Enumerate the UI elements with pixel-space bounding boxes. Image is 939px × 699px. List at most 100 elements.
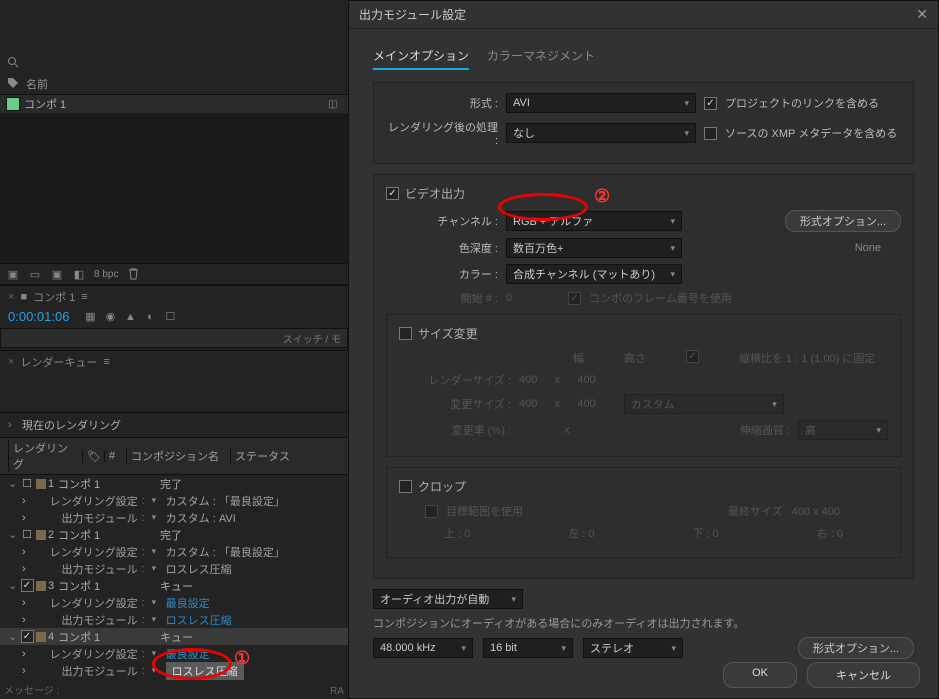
- cancel-button[interactable]: キャンセル: [807, 662, 920, 688]
- close-icon[interactable]: ✕: [916, 6, 928, 23]
- queue-item[interactable]: ⌄ ☐ 2 コンポ 1 完了: [0, 526, 348, 543]
- include-link-label: プロジェクトのリンクを含める: [725, 95, 879, 111]
- chevron-down-icon: ▾: [670, 216, 675, 227]
- output-module-value[interactable]: カスタム : AVI: [166, 510, 236, 526]
- chevron-right-icon[interactable]: ›: [22, 563, 26, 575]
- project-toolbar: ▣ ▭ ▣ ◧ 8 bpc: [0, 263, 348, 285]
- timeline-tab-label[interactable]: コンポ 1: [33, 289, 75, 305]
- crop-checkbox[interactable]: [399, 480, 412, 493]
- col-num[interactable]: #: [104, 450, 122, 462]
- queue-item[interactable]: ⌄ ☐ 1 コンポ 1 完了: [0, 475, 348, 492]
- render-settings-value[interactable]: 最良設定: [166, 595, 210, 611]
- dialog-title: 出力モジュール設定: [359, 6, 466, 23]
- dropdown-icon[interactable]: ▾: [152, 614, 162, 625]
- audio-format-options-button[interactable]: 形式オプション...: [798, 637, 914, 659]
- col-render[interactable]: レンダリング: [8, 440, 78, 472]
- tab-color-management[interactable]: カラーマネジメント: [487, 47, 595, 70]
- postrender-select[interactable]: なし▾: [506, 123, 696, 143]
- render-settings-value[interactable]: カスタム : 「最良設定」: [166, 544, 285, 560]
- include-xmp-checkbox[interactable]: [704, 127, 717, 140]
- tab-menu-icon[interactable]: ≡: [81, 291, 87, 303]
- chevron-right-icon[interactable]: ›: [22, 648, 26, 660]
- render-checkbox[interactable]: [20, 579, 34, 592]
- channel-select[interactable]: RGB + アルファ▾: [506, 211, 682, 231]
- output-module-value[interactable]: ロスレス圧縮: [166, 662, 244, 680]
- renderqueue-tab-label[interactable]: レンダーキュー: [20, 354, 97, 370]
- chevron-down-icon: ▾: [561, 643, 566, 654]
- render-checkbox[interactable]: ☐: [20, 528, 34, 541]
- queue-item[interactable]: ⌄ 4 コンポ 1 キュー: [0, 628, 348, 645]
- audio-bit-select[interactable]: 16 bit▾: [483, 638, 573, 658]
- expand-icon[interactable]: ⌄: [8, 579, 18, 592]
- dropdown-icon[interactable]: ▾: [152, 563, 162, 574]
- dropdown-icon[interactable]: ▾: [152, 546, 162, 557]
- chevron-right-icon[interactable]: ›: [22, 665, 26, 677]
- timecode[interactable]: 0:00:01:06: [0, 307, 77, 326]
- render-settings-value[interactable]: カスタム : 「最良設定」: [166, 493, 285, 509]
- video-output-checkbox[interactable]: [386, 187, 399, 200]
- queue-status: 完了: [160, 527, 220, 543]
- expand-icon[interactable]: ⌄: [8, 630, 18, 643]
- name-column-header[interactable]: 名前: [26, 76, 48, 92]
- tab-close-icon[interactable]: ×: [8, 291, 14, 303]
- tab-main-options[interactable]: メインオプション: [373, 47, 469, 70]
- search-icon[interactable]: [6, 55, 20, 69]
- interpret-icon[interactable]: ▣: [6, 267, 20, 281]
- project-item-row[interactable]: コンポ 1 ◫: [0, 95, 348, 113]
- rq-tab-close-icon[interactable]: ×: [8, 356, 14, 368]
- resize-checkbox[interactable]: [399, 327, 412, 340]
- output-module-value[interactable]: ロスレス圧縮: [166, 561, 232, 577]
- tag-icon[interactable]: [6, 78, 20, 91]
- tc-icon-5[interactable]: ☐: [163, 310, 177, 324]
- ok-button[interactable]: OK: [723, 662, 797, 688]
- include-link-checkbox[interactable]: [704, 97, 717, 110]
- new-folder-icon[interactable]: ▭: [28, 267, 42, 281]
- depth-select[interactable]: 数百万色+▾: [506, 238, 682, 258]
- format-select[interactable]: AVI▾: [506, 93, 696, 113]
- chevron-down-icon: ▾: [670, 269, 675, 280]
- label-swatch[interactable]: [36, 479, 46, 489]
- label-swatch[interactable]: [36, 530, 46, 540]
- expand-icon[interactable]: ⌄: [8, 528, 18, 541]
- output-module-settings-dialog: 出力モジュール設定 ✕ メインオプション カラーマネジメント 形式 : AVI▾…: [348, 0, 939, 699]
- format-options-button[interactable]: 形式オプション...: [785, 210, 901, 232]
- render-checkbox[interactable]: ☐: [20, 477, 34, 490]
- tc-icon-4[interactable]: ◐: [143, 310, 157, 324]
- channel-label: チャンネル :: [386, 213, 498, 229]
- col-tag[interactable]: 🏷: [82, 450, 100, 463]
- render-settings-value[interactable]: 最良設定: [166, 646, 210, 662]
- use-target-checkbox: [425, 505, 438, 518]
- chevron-right-icon[interactable]: ›: [22, 495, 26, 507]
- chevron-right-icon[interactable]: ›: [22, 597, 26, 609]
- col-status[interactable]: ステータス: [230, 448, 300, 464]
- bpc-label[interactable]: 8 bpc: [94, 269, 118, 280]
- trash-icon[interactable]: [126, 267, 140, 281]
- queue-item[interactable]: ⌄ 3 コンポ 1 キュー: [0, 577, 348, 594]
- new-comp-icon[interactable]: ▣: [50, 267, 64, 281]
- dropdown-icon[interactable]: ▾: [152, 512, 162, 523]
- tc-icon-1[interactable]: ▦: [83, 310, 97, 324]
- dropdown-icon[interactable]: ▾: [152, 648, 162, 659]
- adjust-icon[interactable]: ◧: [72, 267, 86, 281]
- col-comp[interactable]: コンポジション名: [126, 448, 226, 464]
- expand-icon[interactable]: ⌄: [8, 477, 18, 490]
- tc-icon-3[interactable]: ▲: [123, 310, 137, 324]
- output-module-value[interactable]: ロスレス圧縮: [166, 612, 232, 628]
- chevron-right-icon[interactable]: ›: [22, 546, 26, 558]
- rq-tab-menu-icon[interactable]: ≡: [103, 356, 109, 368]
- render-checkbox[interactable]: [20, 630, 34, 643]
- chevron-right-icon[interactable]: ›: [22, 614, 26, 626]
- dropdown-icon[interactable]: ▾: [152, 665, 162, 676]
- label-swatch[interactable]: [36, 581, 46, 591]
- current-render-header[interactable]: › 現在のレンダリング: [0, 412, 348, 437]
- queue-status: 完了: [160, 476, 220, 492]
- tc-icon-2[interactable]: ◉: [103, 310, 117, 324]
- chevron-right-icon[interactable]: ›: [22, 512, 26, 524]
- audio-output-select[interactable]: オーディオ出力が自動▾: [373, 589, 523, 609]
- dropdown-icon[interactable]: ▾: [152, 597, 162, 608]
- audio-rate-select[interactable]: 48.000 kHz▾: [373, 638, 473, 658]
- dropdown-icon[interactable]: ▾: [152, 495, 162, 506]
- label-swatch[interactable]: [36, 632, 46, 642]
- audio-channels-select[interactable]: ステレオ▾: [583, 638, 683, 658]
- color-select[interactable]: 合成チャンネル (マットあり)▾: [506, 264, 682, 284]
